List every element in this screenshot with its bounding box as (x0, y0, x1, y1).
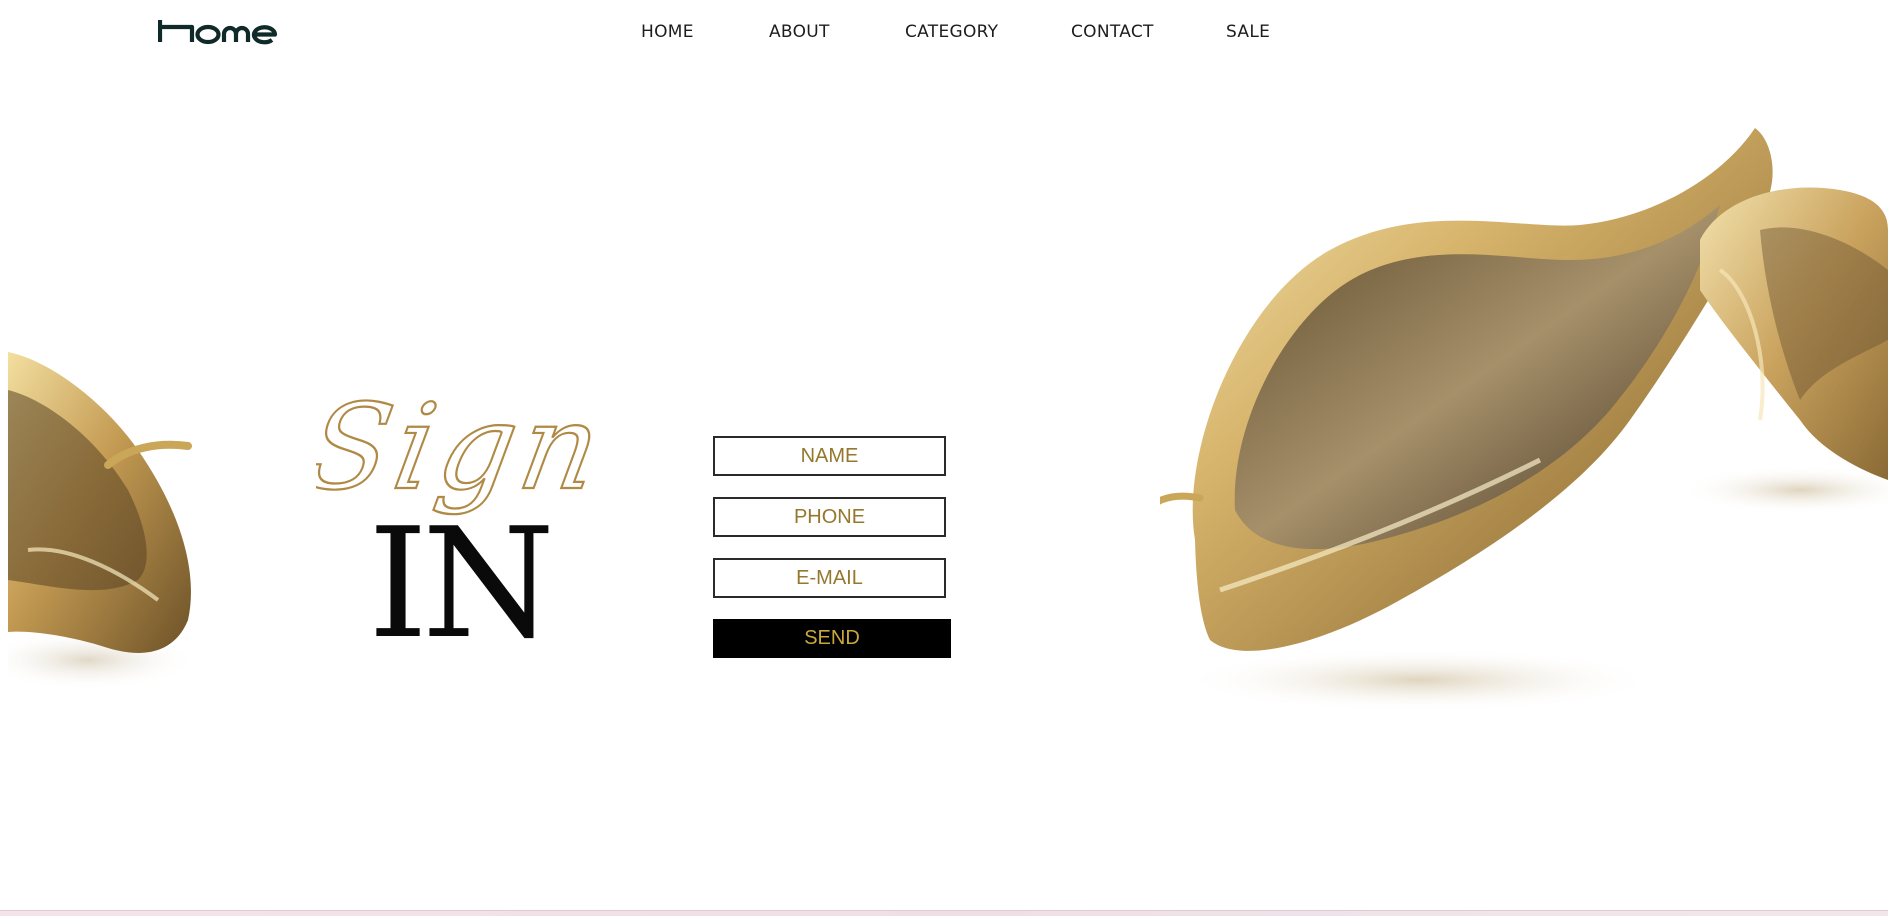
nav-item-category[interactable]: CATEGORY (905, 22, 998, 42)
nav-item-sale[interactable]: SALE (1226, 22, 1270, 42)
home-logo[interactable] (157, 18, 318, 46)
page-title: IN (368, 495, 555, 672)
nav-item-about[interactable]: ABOUT (769, 22, 830, 42)
home-logo-mark (157, 20, 278, 45)
page: HOME ABOUT CATEGORY CONTACT SALE Sign IN… (0, 0, 1888, 916)
email-field[interactable] (713, 558, 946, 598)
nav-item-home[interactable]: HOME (641, 22, 694, 42)
gold-leaf-right-image (1146, 120, 1888, 720)
gold-leaf-left-image (0, 330, 208, 710)
phone-field[interactable] (713, 497, 946, 537)
name-field[interactable] (713, 436, 946, 476)
footer-strip (0, 910, 1888, 916)
nav-item-contact[interactable]: CONTACT (1071, 22, 1154, 42)
send-button[interactable]: SEND (713, 619, 951, 658)
